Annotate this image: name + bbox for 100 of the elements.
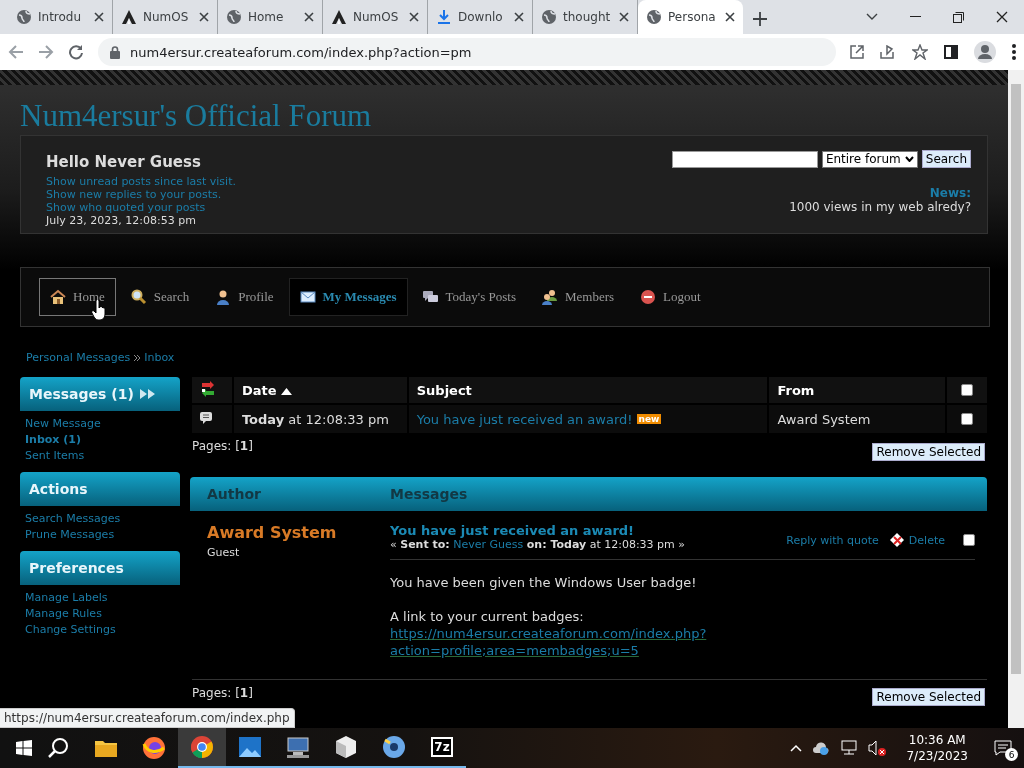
chevron-icon bbox=[134, 354, 141, 361]
cube-icon bbox=[333, 734, 359, 760]
reply-quote-link[interactable]: Reply with quote bbox=[786, 533, 879, 547]
nav-item[interactable]: Home bbox=[39, 278, 116, 316]
minus-circle-icon bbox=[640, 289, 657, 305]
address-bar[interactable]: num4ersur.createaforum.com/index.php?action=pm bbox=[98, 38, 836, 66]
sidebar-link[interactable]: Prune Messages bbox=[20, 527, 115, 543]
sidebar-link[interactable]: Sent Items bbox=[20, 448, 85, 464]
share-icon[interactable] bbox=[880, 45, 896, 59]
close-icon[interactable] bbox=[94, 12, 104, 22]
sidebar-header[interactable]: Preferences bbox=[20, 551, 180, 585]
pages-label: Pages: [1] bbox=[192, 686, 253, 700]
open-external-icon[interactable] bbox=[850, 45, 864, 59]
nav-item[interactable]: My Messages bbox=[288, 278, 408, 316]
cloud-sync-icon[interactable] bbox=[812, 741, 831, 755]
close-icon[interactable] bbox=[514, 12, 524, 22]
disc-icon bbox=[381, 734, 407, 760]
breadcrumb-link[interactable]: Inbox bbox=[144, 351, 175, 364]
message-subject[interactable]: You have just received an award! bbox=[390, 523, 635, 538]
row-checkbox[interactable] bbox=[961, 413, 974, 425]
search-icon[interactable] bbox=[48, 737, 70, 759]
house-icon bbox=[50, 289, 66, 305]
nav-item[interactable]: Search bbox=[119, 278, 201, 316]
browser-tab[interactable]: Persona bbox=[638, 0, 743, 34]
sidebar-link[interactable]: Change Settings bbox=[20, 622, 116, 638]
new-tab-icon[interactable] bbox=[753, 12, 767, 26]
windows-start-icon[interactable] bbox=[16, 740, 32, 756]
speaker-muted-icon[interactable] bbox=[868, 740, 887, 756]
header-link[interactable]: Show unread posts since last visit. bbox=[46, 175, 236, 188]
nav-item[interactable]: Logout bbox=[629, 278, 712, 316]
pages-label: Pages: [1] bbox=[192, 439, 253, 453]
restore-icon[interactable] bbox=[953, 11, 964, 23]
header-link[interactable]: Show new replies to your posts. bbox=[46, 188, 222, 201]
delete-link[interactable]: Delete bbox=[908, 533, 945, 547]
taskbar-button[interactable] bbox=[178, 728, 226, 768]
column-header[interactable]: Subject bbox=[408, 377, 768, 403]
breadcrumb-link[interactable]: Personal Messages bbox=[26, 351, 131, 364]
globe-icon bbox=[16, 9, 32, 25]
close-icon[interactable] bbox=[996, 11, 1008, 23]
sort-up-icon[interactable] bbox=[280, 387, 292, 395]
remove-selected-button[interactable]: Remove Selected bbox=[872, 688, 985, 706]
forward-arrow-icon[interactable] bbox=[38, 44, 54, 60]
speech-bubble-icon bbox=[994, 740, 1012, 756]
people-icon bbox=[542, 289, 558, 305]
close-icon[interactable] bbox=[304, 12, 314, 22]
reload-icon[interactable] bbox=[68, 44, 84, 60]
star-icon[interactable] bbox=[912, 44, 928, 60]
close-icon[interactable] bbox=[619, 12, 629, 22]
delete-icon[interactable] bbox=[888, 532, 905, 548]
nav-item[interactable]: Profile bbox=[204, 278, 285, 316]
select-all-checkbox[interactable] bbox=[961, 384, 974, 396]
network-icon[interactable] bbox=[840, 740, 859, 756]
remove-selected-button[interactable]: Remove Selected bbox=[872, 443, 985, 461]
tent-icon bbox=[331, 9, 347, 25]
chrome-icon bbox=[189, 734, 215, 760]
message-bubble-icon bbox=[200, 411, 212, 424]
sidebar-link[interactable]: Search Messages bbox=[20, 511, 121, 527]
search-button[interactable]: Search bbox=[921, 150, 971, 168]
subject-link[interactable]: You have just received an award! bbox=[416, 411, 633, 427]
back-arrow-icon[interactable] bbox=[8, 44, 24, 60]
close-icon[interactable] bbox=[409, 12, 419, 22]
sidebar-header[interactable]: Actions bbox=[20, 472, 180, 506]
column-header[interactable]: From bbox=[769, 377, 946, 403]
recipient-link[interactable]: Never Guess bbox=[453, 538, 524, 551]
download-icon bbox=[436, 9, 452, 25]
sidebar-link[interactable]: Manage Rules bbox=[20, 606, 102, 622]
double-arrow-icon[interactable] bbox=[139, 389, 156, 399]
notification-button[interactable]: 6 bbox=[988, 733, 1018, 763]
chevron-down-icon[interactable] bbox=[866, 13, 878, 21]
sidebar-link[interactable]: Inbox (1) bbox=[20, 432, 81, 448]
scrollbar[interactable] bbox=[1008, 70, 1024, 728]
globe-icon bbox=[541, 9, 557, 25]
nav-item[interactable]: Members bbox=[531, 278, 626, 316]
sidebar-header[interactable]: Messages (1) bbox=[20, 377, 180, 411]
lock-icon bbox=[110, 45, 120, 59]
side-panel-icon[interactable] bbox=[944, 45, 958, 59]
clock-date[interactable]: 7/23/2023 bbox=[906, 748, 968, 764]
menu-icon[interactable] bbox=[1012, 44, 1016, 60]
close-icon[interactable] bbox=[199, 12, 209, 22]
url-text: num4ersur.createaforum.com/index.php?action=pm bbox=[130, 44, 472, 60]
scroll-thumb[interactable] bbox=[1011, 84, 1021, 674]
author-name[interactable]: Award System bbox=[207, 523, 337, 542]
sidebar-link[interactable]: Manage Labels bbox=[20, 590, 108, 606]
message-text: You have been given the Windows User badge! bbox=[390, 574, 697, 591]
caret-up-icon[interactable] bbox=[790, 744, 803, 752]
scope-dropdown[interactable]: Entire forum bbox=[821, 150, 918, 168]
profile-icon[interactable] bbox=[974, 41, 996, 63]
column-header[interactable]: Date bbox=[233, 377, 407, 403]
sent-line: « Sent to: Never Guess on: Today at 12:08:33 pm » bbox=[390, 538, 686, 551]
sidebar-link[interactable]: New Message bbox=[20, 416, 101, 432]
taskbar-button[interactable]: 7z bbox=[418, 728, 466, 768]
clock-time[interactable]: 10:36 AM bbox=[908, 732, 966, 748]
close-icon[interactable] bbox=[725, 12, 735, 22]
badges-link[interactable]: https://num4ersur.createaforum.com/index.php?action=profile;area=membadges;u=5 bbox=[390, 625, 880, 659]
header-link[interactable]: Show who quoted your posts bbox=[46, 201, 206, 214]
swap-arrows-icon[interactable] bbox=[200, 380, 216, 397]
search-field[interactable] bbox=[671, 150, 818, 168]
minimize-icon[interactable] bbox=[910, 16, 921, 18]
message-checkbox[interactable] bbox=[963, 534, 975, 546]
nav-item[interactable]: Today's Posts bbox=[411, 278, 527, 316]
